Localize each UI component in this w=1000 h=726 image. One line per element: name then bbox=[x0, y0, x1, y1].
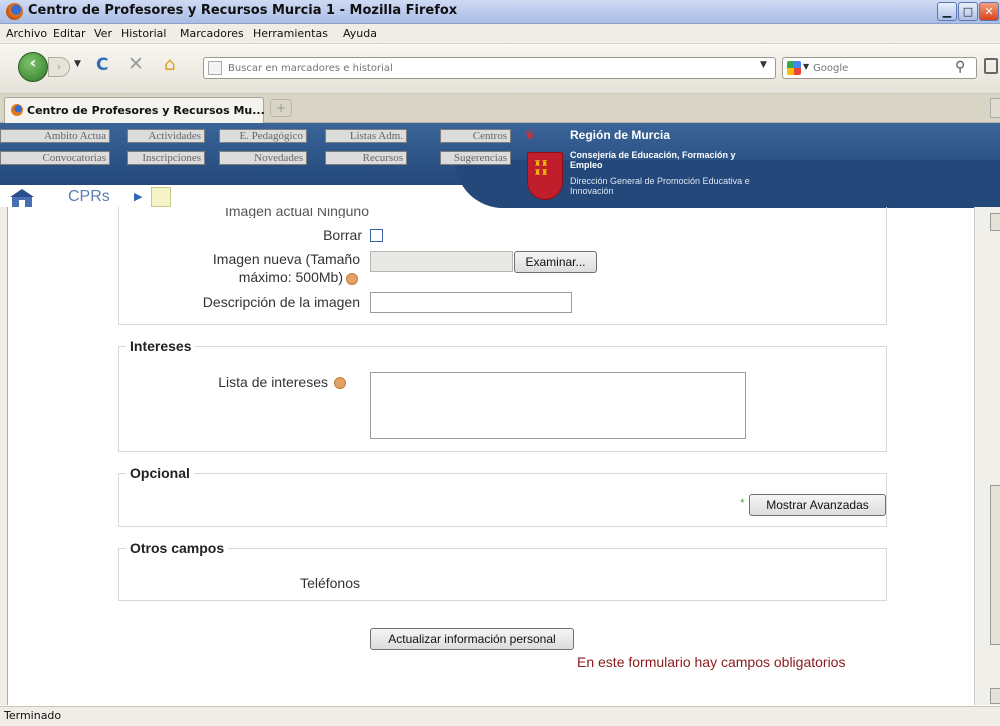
help-icon[interactable] bbox=[346, 273, 358, 285]
nav-novedades[interactable]: Novedades bbox=[219, 151, 307, 165]
telefonos-label: Teléfonos bbox=[300, 575, 360, 591]
otros-campos-legend: Otros campos bbox=[126, 540, 229, 556]
url-bar[interactable]: ▼ bbox=[203, 57, 776, 79]
search-input[interactable] bbox=[813, 61, 933, 76]
imagen-nueva-label-1: Imagen nueva (Tamaño bbox=[212, 251, 360, 267]
required-fields-note: En este formulario hay campos obligatori… bbox=[577, 654, 846, 670]
nav-actividades[interactable]: Actividades bbox=[127, 129, 205, 143]
home-button[interactable]: ⌂ bbox=[164, 54, 175, 75]
file-path-input[interactable] bbox=[370, 251, 513, 272]
tab-favicon-icon bbox=[11, 104, 23, 116]
menu-ver[interactable]: Ver bbox=[94, 27, 112, 40]
search-icon[interactable]: ⚲ bbox=[955, 59, 965, 75]
bookmarks-menu-icon[interactable] bbox=[984, 58, 998, 74]
descripcion-input[interactable] bbox=[370, 292, 572, 313]
help-icon[interactable] bbox=[334, 377, 346, 389]
school-icon bbox=[10, 189, 34, 207]
scroll-thumb[interactable] bbox=[990, 485, 1000, 645]
menu-ayuda[interactable]: Ayuda bbox=[343, 27, 377, 40]
reload-button[interactable]: C bbox=[96, 55, 108, 75]
asterisk-mark: * bbox=[740, 496, 745, 510]
minimize-button[interactable]: ▁ bbox=[937, 2, 957, 21]
status-bar bbox=[0, 706, 1000, 726]
forward-button[interactable]: › bbox=[48, 57, 70, 77]
nav-e-pedagogico[interactable]: E. Pedagógico bbox=[219, 129, 307, 143]
opcional-legend: Opcional bbox=[126, 465, 194, 481]
close-button[interactable]: ✕ bbox=[979, 2, 999, 21]
menu-herramientas[interactable]: Herramientas bbox=[253, 27, 328, 40]
window-titlebar: Centro de Profesores y Recursos Murcia 1… bbox=[0, 0, 1000, 24]
nav-listas-adm[interactable]: Listas Adm. bbox=[325, 129, 407, 143]
tab-bar: Centro de Profesores y Recursos Mu... + bbox=[0, 94, 1000, 123]
menubar: Archivo Editar Ver Historial Marcadores … bbox=[0, 24, 1000, 44]
imagen-actual-cut-label: Imagen actual Ninguno bbox=[225, 208, 369, 218]
examinar-button[interactable]: Examinar... bbox=[514, 251, 597, 273]
google-icon[interactable] bbox=[787, 61, 801, 75]
window-title: Centro de Profesores y Recursos Murcia 1… bbox=[28, 3, 458, 18]
borrar-checkbox[interactable] bbox=[370, 229, 383, 242]
consejeria-text: Consejería de Educación, Formación y Emp… bbox=[570, 150, 736, 170]
borrar-label: Borrar bbox=[323, 227, 362, 243]
tab-active[interactable]: Centro de Profesores y Recursos Mu... bbox=[4, 97, 265, 123]
lista-intereses-textarea[interactable] bbox=[370, 372, 746, 439]
nav-recursos[interactable]: Recursos bbox=[325, 151, 407, 165]
nav-inscripciones[interactable]: Inscripciones bbox=[127, 151, 205, 165]
breadcrumb-cprs[interactable]: CPRs bbox=[68, 188, 110, 206]
maximize-button[interactable]: □ bbox=[958, 2, 978, 21]
menu-editar[interactable]: Editar bbox=[53, 27, 86, 40]
mostrar-avanzadas-button[interactable]: Mostrar Avanzadas bbox=[749, 494, 886, 516]
direccion-text: Dirección General de Promoción Educativa… bbox=[570, 176, 750, 196]
menu-historial[interactable]: Historial bbox=[121, 27, 166, 40]
navigation-toolbar: ‹ › ▼ C ✕ ⌂ ▼ ▼ ⚲ bbox=[0, 44, 1000, 94]
search-bar[interactable]: ▼ ⚲ bbox=[782, 57, 977, 79]
intereses-legend: Intereses bbox=[126, 338, 196, 354]
firefox-logo-icon bbox=[6, 3, 23, 20]
imagen-nueva-label-2: máximo: 500Mb) bbox=[238, 269, 343, 285]
submit-button[interactable]: Actualizar información personal bbox=[370, 628, 574, 650]
history-dropdown-icon[interactable]: ▼ bbox=[74, 59, 81, 69]
new-tab-button[interactable]: + bbox=[270, 99, 292, 117]
stop-button[interactable]: ✕ bbox=[128, 53, 144, 75]
status-text: Terminado bbox=[4, 709, 62, 722]
scroll-up-button[interactable] bbox=[990, 213, 1000, 231]
descripcion-label: Descripción de la imagen bbox=[202, 294, 360, 310]
url-input[interactable] bbox=[228, 61, 728, 76]
lista-intereses-label: Lista de intereses bbox=[218, 374, 328, 390]
crown-logo-icon: ♛ bbox=[524, 128, 536, 143]
tab-scroll-icon[interactable] bbox=[990, 98, 1000, 118]
nav-sugerencias[interactable]: Sugerencias bbox=[440, 151, 511, 165]
nav-centros[interactable]: Centros bbox=[440, 129, 511, 143]
page-left-edge bbox=[0, 207, 8, 705]
region-title: Región de Murcia bbox=[570, 128, 671, 142]
scroll-down-button[interactable] bbox=[990, 688, 1000, 704]
nav-convocatorias[interactable]: Convocatorias bbox=[0, 151, 110, 165]
page-icon bbox=[208, 61, 222, 75]
search-engine-dropdown-icon[interactable]: ▼ bbox=[803, 62, 809, 71]
url-dropdown-icon[interactable]: ▼ bbox=[760, 60, 767, 70]
nav-ambito-actua[interactable]: Ambito Actua bbox=[0, 129, 110, 143]
murcia-shield-icon: ♜♜ ♜♜ bbox=[527, 152, 563, 200]
document-icon[interactable] bbox=[151, 187, 171, 207]
back-button[interactable]: ‹ bbox=[18, 52, 48, 82]
breadcrumb-arrow-icon: ▶ bbox=[134, 190, 143, 203]
tab-label: Centro de Profesores y Recursos Mu... bbox=[27, 104, 265, 117]
menu-archivo[interactable]: Archivo bbox=[6, 27, 47, 40]
menu-marcadores[interactable]: Marcadores bbox=[180, 27, 244, 40]
